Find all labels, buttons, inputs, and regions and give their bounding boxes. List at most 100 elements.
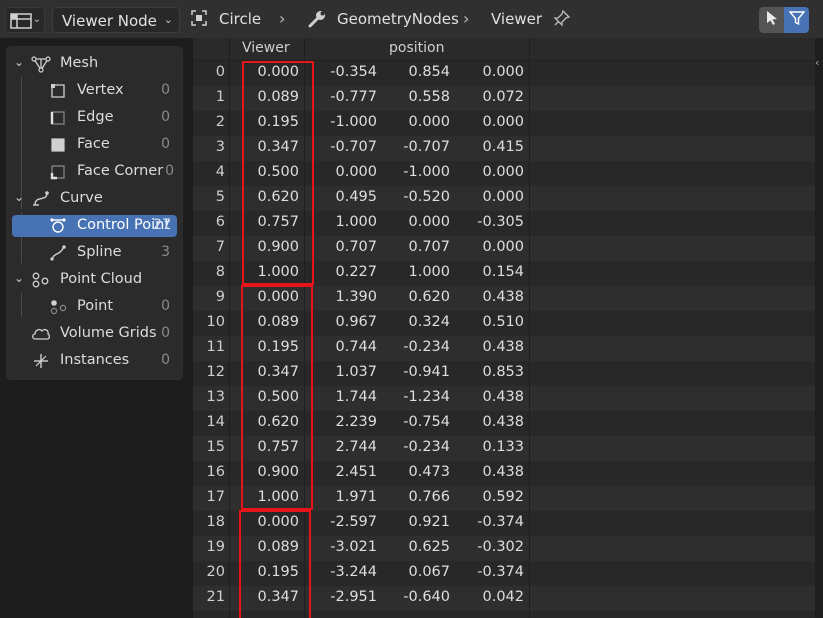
wrench-icon (307, 9, 327, 33)
face-corner-icon (49, 163, 67, 185)
cell-position-z: 0.000 (482, 114, 524, 130)
cell-position-z: -0.374 (477, 514, 524, 530)
cell-position-x: -0.777 (330, 89, 377, 105)
cell-position-x: -0.707 (330, 139, 377, 155)
cell-position-y: 0.000 (408, 114, 450, 130)
cell-position-y: 0.707 (408, 239, 450, 255)
sidebar-toggle[interactable]: ‹ (815, 38, 823, 618)
spreadsheet-header: ⌄ Viewer Node ⌄ Circle › GeometryNodes ›… (0, 0, 823, 38)
tree-item-face[interactable]: Face 0 (7, 132, 184, 159)
cell-position-z: 0.000 (482, 164, 524, 180)
cell-position-y: 0.766 (408, 489, 450, 505)
editor-type-button[interactable]: ⌄ (5, 7, 45, 33)
chevron-down-icon: ⌄ (14, 190, 25, 204)
cell-position-z: 0.438 (482, 389, 524, 405)
cell-position-z: 0.000 (482, 189, 524, 205)
object-icon (190, 9, 208, 31)
cell-position-y: 0.854 (408, 64, 450, 80)
row-index: 9 (215, 289, 225, 305)
cell-position-y: 0.558 (408, 89, 450, 105)
chevron-down-icon: ⌄ (163, 13, 173, 26)
cell-position-x: 0.744 (335, 339, 377, 355)
row-index: 10 (206, 314, 225, 330)
tree-item-count: 0 (161, 325, 170, 341)
row-index: 1 (215, 89, 225, 105)
tree-item-edge[interactable]: Edge 0 (7, 105, 184, 132)
tree-item-point[interactable]: Point 0 (7, 294, 184, 321)
chevron-left-icon: ‹ (815, 56, 820, 69)
tree-item-count: 0 (161, 298, 170, 314)
cell-position-y: 1.000 (408, 264, 450, 280)
breadcrumb-separator-icon: › (279, 9, 286, 28)
cell-position-z: 0.072 (482, 89, 524, 105)
cell-position-y: -0.234 (403, 339, 450, 355)
tree-item-mesh[interactable]: ⌄ Mesh (7, 51, 184, 78)
cell-position-z: -0.305 (477, 214, 524, 230)
highlight-box-spline-2 (241, 285, 313, 510)
volume-icon (31, 325, 51, 347)
tree-item-spline[interactable]: Spline 3 (7, 240, 184, 267)
cell-position-z: 0.438 (482, 289, 524, 305)
spreadsheet-editor-icon (10, 13, 32, 33)
row-index: 12 (206, 364, 225, 380)
tree-item-count: 0 (161, 352, 170, 368)
tree-item-label: Volume Grids (60, 325, 157, 341)
cell-position-z: 0.000 (482, 239, 524, 255)
cell-position-x: 0.227 (335, 264, 377, 280)
cell-position-x: 1.744 (335, 389, 377, 405)
row-index: 21 (206, 589, 225, 605)
spline-icon (49, 244, 67, 266)
dataset-tree: ⌄ Mesh Vertex 0 Edge 0 Face 0 Face Corne… (6, 46, 183, 380)
cell-position-y: -0.640 (403, 589, 450, 605)
tree-item-face-corner[interactable]: Face Corner 0 (7, 159, 184, 186)
cell-position-y: -0.754 (403, 414, 450, 430)
highlight-box-spline-3 (239, 510, 311, 618)
tree-item-volume-grids[interactable]: Volume Grids 0 (7, 321, 184, 348)
viewer-node-dropdown[interactable]: Viewer Node ⌄ (52, 7, 180, 33)
cell-position-x: -0.354 (330, 64, 377, 80)
chevron-down-icon: ⌄ (32, 14, 41, 25)
cell-position-x: 1.000 (335, 214, 377, 230)
cell-position-y: 0.000 (408, 214, 450, 230)
column-divider (229, 38, 230, 618)
row-index: 18 (206, 514, 225, 530)
row-index: 20 (206, 564, 225, 580)
tree-item-count: 3 (161, 244, 170, 260)
use-filter-toggle[interactable] (784, 7, 809, 33)
cell-position-x: -2.597 (330, 514, 377, 530)
tree-item-instances[interactable]: Instances 0 (7, 348, 184, 375)
cell-position-z: 0.438 (482, 414, 524, 430)
cell-position-x: 0.000 (335, 164, 377, 180)
cell-position-x: 2.239 (335, 414, 377, 430)
select-only-toggle[interactable] (759, 7, 784, 33)
tree-item-control-point[interactable]: Control Point 27 (7, 213, 184, 240)
cell-position-x: 2.744 (335, 439, 377, 455)
cell-position-z: 0.133 (482, 439, 524, 455)
cell-position-y: 0.473 (408, 464, 450, 480)
row-index: 11 (206, 339, 225, 355)
row-index: 17 (206, 489, 225, 505)
breadcrumb-node: Viewer (491, 10, 542, 28)
column-header-position[interactable]: position (389, 40, 444, 63)
vertex-icon (49, 82, 67, 104)
cell-position-z: 0.154 (482, 264, 524, 280)
cell-position-y: -0.234 (403, 439, 450, 455)
filter-icon (787, 10, 806, 30)
tree-item-label: Spline (77, 244, 122, 260)
row-index: 19 (206, 539, 225, 555)
tree-item-count: 0 (161, 136, 170, 152)
pin-icon[interactable] (553, 9, 571, 31)
row-index: 7 (215, 239, 225, 255)
tree-item-vertex[interactable]: Vertex 0 (7, 78, 184, 105)
tree-item-curve[interactable]: ⌄ Curve (7, 186, 184, 213)
row-index: 3 (215, 139, 225, 155)
cell-position-z: 0.438 (482, 464, 524, 480)
row-index: 16 (206, 464, 225, 480)
row-index: 0 (215, 64, 225, 80)
tree-item-label: Face Corner (77, 163, 164, 179)
tree-item-count: 0 (165, 163, 174, 179)
tree-item-point-cloud[interactable]: ⌄ Point Cloud (7, 267, 184, 294)
cell-position-x: 1.971 (335, 489, 377, 505)
mesh-icon (31, 55, 51, 77)
column-header-viewer[interactable]: Viewer (242, 40, 290, 63)
